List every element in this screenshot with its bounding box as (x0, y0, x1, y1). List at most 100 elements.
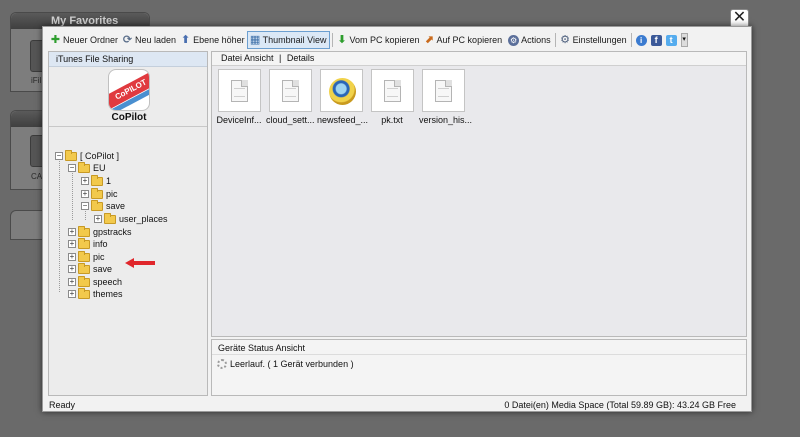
tree-node-label: info (93, 239, 108, 249)
file-name: newsfeed_... (317, 115, 369, 125)
expand-icon[interactable]: + (81, 190, 89, 198)
tree-node-label: gpstracks (93, 227, 132, 237)
file-item[interactable]: newsfeed_... (317, 69, 369, 125)
folder-icon (104, 212, 116, 224)
reload-label: Neu laden (135, 35, 177, 45)
bg-tile-label: CA (31, 172, 43, 181)
copy-to-pc-label: Auf PC kopieren (436, 35, 503, 45)
gear-icon: ⚙ (560, 33, 571, 46)
device-status-header: Geräte Status Ansicht (212, 340, 746, 355)
file-thumbnail (421, 69, 465, 112)
tree-node-label: save (93, 264, 113, 274)
info-icon[interactable]: i (635, 34, 647, 46)
folder-icon (91, 187, 103, 199)
actions-label: Actions (521, 35, 551, 45)
tree-node-themes[interactable]: + themes (68, 287, 123, 300)
tree-node-label: themes (93, 289, 123, 299)
new-folder-button[interactable]: ✚ Neuer Ordner (48, 31, 120, 49)
folder-icon (65, 149, 77, 161)
settings-button[interactable]: ⚙ Einstellungen (558, 31, 629, 49)
bg-tile-label: iFil (31, 76, 42, 85)
file-thumbnail (319, 69, 363, 112)
left-pane: iTunes File Sharing CoPILOT CoPilot − [ … (48, 51, 208, 396)
file-item[interactable]: version_his... (419, 69, 472, 125)
device-status-line: Leerlauf. ( 1 Gerät verbunden ) (217, 359, 354, 369)
facebook-icon[interactable]: f (650, 34, 662, 46)
document-lines (284, 88, 296, 97)
thumbnail-view-label: Thumbnail View (262, 35, 327, 45)
thumbnail-view-button[interactable]: ▦ Thumbnail View (246, 31, 330, 49)
file-item[interactable]: cloud_sett... (266, 69, 315, 125)
toolbar-separator (331, 33, 333, 47)
tree-node-eu-pic[interactable]: + pic (81, 187, 118, 200)
file-item[interactable]: DeviceInf... (215, 69, 263, 125)
folder-icon (78, 287, 90, 299)
tree-node-label: [ CoPilot ] (80, 151, 120, 161)
device-status-pane: Geräte Status Ansicht Leerlauf. ( 1 Gerä… (211, 339, 747, 396)
folder-icon (78, 237, 90, 249)
download-icon: ⬇ (337, 33, 347, 46)
status-bar-media-space: 0 Datei(en) Media Space (Total 59.89 GB)… (504, 400, 736, 410)
tree-node-eu-save[interactable]: − save (81, 199, 125, 212)
tree-node-speech[interactable]: + speech (68, 275, 123, 288)
toolbar-separator (630, 33, 632, 47)
spinner-icon (217, 359, 227, 369)
thumbnail-view-icon: ▦ (249, 33, 261, 46)
toolbar-separator (554, 33, 556, 47)
folder-tree: − [ CoPilot ] − EU + 1 + pic − save + us… (49, 52, 209, 397)
actions-button[interactable]: ⚙ Actions (504, 31, 553, 49)
file-item[interactable]: pk.txt (368, 69, 416, 125)
tree-node-info[interactable]: + info (68, 237, 108, 250)
expand-icon[interactable]: + (81, 177, 89, 185)
tree-node-label: pic (93, 252, 105, 262)
device-status-message: Leerlauf. ( 1 Gerät verbunden ) (230, 359, 354, 369)
expand-icon[interactable]: + (68, 290, 76, 298)
file-name: pk.txt (381, 115, 403, 125)
expand-icon[interactable]: + (68, 240, 76, 248)
toolbar-overflow-button[interactable]: ▾ (680, 33, 688, 47)
status-bar-ready: Ready (49, 400, 76, 410)
view-tabs: Datei Ansicht | Details (212, 52, 746, 66)
reload-button[interactable]: ⟳ Neu laden (120, 31, 178, 49)
tree-node-copilot[interactable]: − [ CoPilot ] (55, 149, 120, 162)
collapse-icon[interactable]: − (81, 202, 89, 210)
twitter-icon[interactable]: t (665, 34, 677, 46)
tree-node-user-places[interactable]: + user_places (94, 212, 168, 225)
expand-icon[interactable]: + (68, 253, 76, 261)
close-icon: ✕ (732, 9, 747, 26)
file-thumbnail (268, 69, 312, 112)
tree-node-eu[interactable]: − EU (68, 161, 106, 174)
tree-node-label: EU (93, 163, 106, 173)
new-folder-label: Neuer Ordner (63, 35, 119, 45)
file-thumbnail (370, 69, 414, 112)
tree-node-gpstracks[interactable]: + gpstracks (68, 225, 132, 238)
up-level-button[interactable]: ⬆ Ebene höher (178, 31, 247, 49)
expand-icon[interactable]: + (94, 215, 102, 223)
folder-icon (78, 225, 90, 237)
up-level-label: Ebene höher (193, 35, 245, 45)
tree-guide (72, 170, 73, 220)
folder-icon (78, 250, 90, 262)
tab-file-view[interactable]: Datei Ansicht (221, 53, 274, 63)
actions-icon: ⚙ (508, 34, 520, 46)
tree-node-label: speech (93, 277, 123, 287)
expand-icon[interactable]: + (68, 278, 76, 286)
tab-details[interactable]: Details (287, 53, 315, 63)
copy-from-pc-button[interactable]: ⬇ Vom PC kopieren (335, 31, 422, 49)
folder-icon (91, 174, 103, 186)
tree-node-save[interactable]: + save (68, 262, 113, 275)
collapse-icon[interactable]: − (55, 152, 63, 160)
folder-icon (78, 275, 90, 287)
tree-node-label: pic (106, 189, 118, 199)
document-lines (437, 88, 449, 97)
document-lines (233, 88, 245, 97)
toolbar: ✚ Neuer Ordner ⟳ Neu laden ⬆ Ebene höher… (48, 30, 748, 50)
collapse-icon[interactable]: − (68, 164, 76, 172)
tree-node-1[interactable]: + 1 (81, 174, 111, 187)
copy-to-pc-button[interactable]: ⬈ Auf PC kopieren (422, 31, 505, 49)
file-view-pane: Datei Ansicht | Details DeviceInf... clo… (211, 51, 747, 337)
tree-node-pic[interactable]: + pic (68, 250, 105, 263)
expand-icon[interactable]: + (68, 265, 76, 273)
expand-icon[interactable]: + (68, 228, 76, 236)
tab-separator: | (279, 53, 282, 63)
